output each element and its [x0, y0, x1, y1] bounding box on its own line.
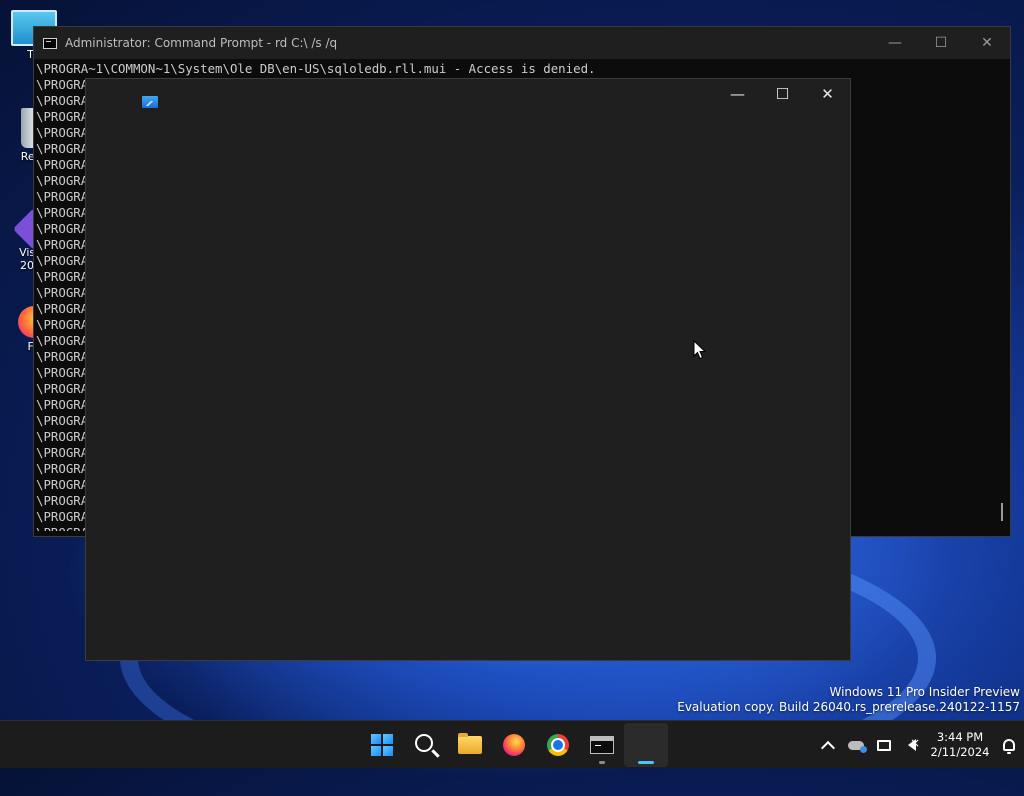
maximize-button[interactable]: ☐ [760, 79, 805, 109]
running-indicator [599, 761, 605, 764]
chrome-icon [547, 734, 569, 756]
firefox-button[interactable] [492, 723, 536, 767]
bell-icon [1003, 739, 1015, 754]
folder-icon [458, 733, 482, 754]
onedrive-button[interactable] [842, 731, 870, 759]
network-button[interactable] [870, 731, 898, 759]
command-prompt-button[interactable] [580, 723, 624, 767]
start-button[interactable] [360, 723, 404, 767]
firefox-icon [503, 734, 525, 756]
clock-time: 3:44 PM [936, 730, 984, 744]
maximize-button[interactable]: ☐ [918, 27, 964, 59]
window-title: Administrator: Command Prompt - rd C:\ /… [65, 36, 338, 50]
system-tray: 3:44 PM 2/11/2024 [814, 721, 1024, 769]
active-app-button[interactable] [624, 723, 668, 767]
foreground-window[interactable]: — ☐ ✕ [85, 78, 851, 661]
watermark-line-edition: Windows 11 Pro Insider Preview [829, 685, 1020, 699]
terminal-icon [43, 37, 57, 49]
show-hidden-icons-button[interactable] [814, 731, 842, 759]
console-line: \PROGRA~1\COMMON~1\System\Ole DB\en-US\s… [36, 61, 596, 76]
window-controls: — ☐ ✕ [715, 79, 850, 109]
watermark-line-build: Evaluation copy. Build 26040.rs_prerelea… [677, 700, 1020, 714]
terminal-icon [590, 736, 614, 754]
evaluation-watermark: Windows 11 Pro Insider Preview Evaluatio… [677, 685, 1020, 715]
close-button[interactable]: ✕ [964, 27, 1010, 59]
chevron-up-icon [820, 740, 836, 755]
search-icon [415, 734, 433, 752]
clock-button[interactable]: 3:44 PM 2/11/2024 [926, 730, 994, 760]
minimize-button[interactable]: — [715, 79, 760, 109]
cloud-icon [848, 740, 867, 753]
taskbar-apps [360, 721, 668, 769]
scrollbar-thumb[interactable] [1001, 503, 1003, 521]
taskbar: 3:44 PM 2/11/2024 [0, 720, 1024, 768]
active-indicator [638, 761, 654, 764]
clock-date: 2/11/2024 [930, 745, 990, 759]
minimize-button[interactable]: — [872, 27, 918, 59]
command-prompt-titlebar[interactable]: Administrator: Command Prompt - rd C:\ /… [34, 27, 1010, 59]
app-icon [635, 736, 657, 754]
windows-start-icon [371, 734, 393, 756]
notifications-button[interactable] [994, 731, 1024, 759]
photo-app-icon [142, 96, 158, 108]
file-explorer-button[interactable] [448, 723, 492, 767]
volume-button[interactable] [898, 731, 926, 759]
mouse-pointer-icon [693, 340, 707, 360]
search-button[interactable] [404, 723, 448, 767]
close-button[interactable]: ✕ [805, 79, 850, 109]
chrome-button[interactable] [536, 723, 580, 767]
network-icon [877, 739, 891, 751]
speaker-muted-icon [908, 736, 920, 751]
